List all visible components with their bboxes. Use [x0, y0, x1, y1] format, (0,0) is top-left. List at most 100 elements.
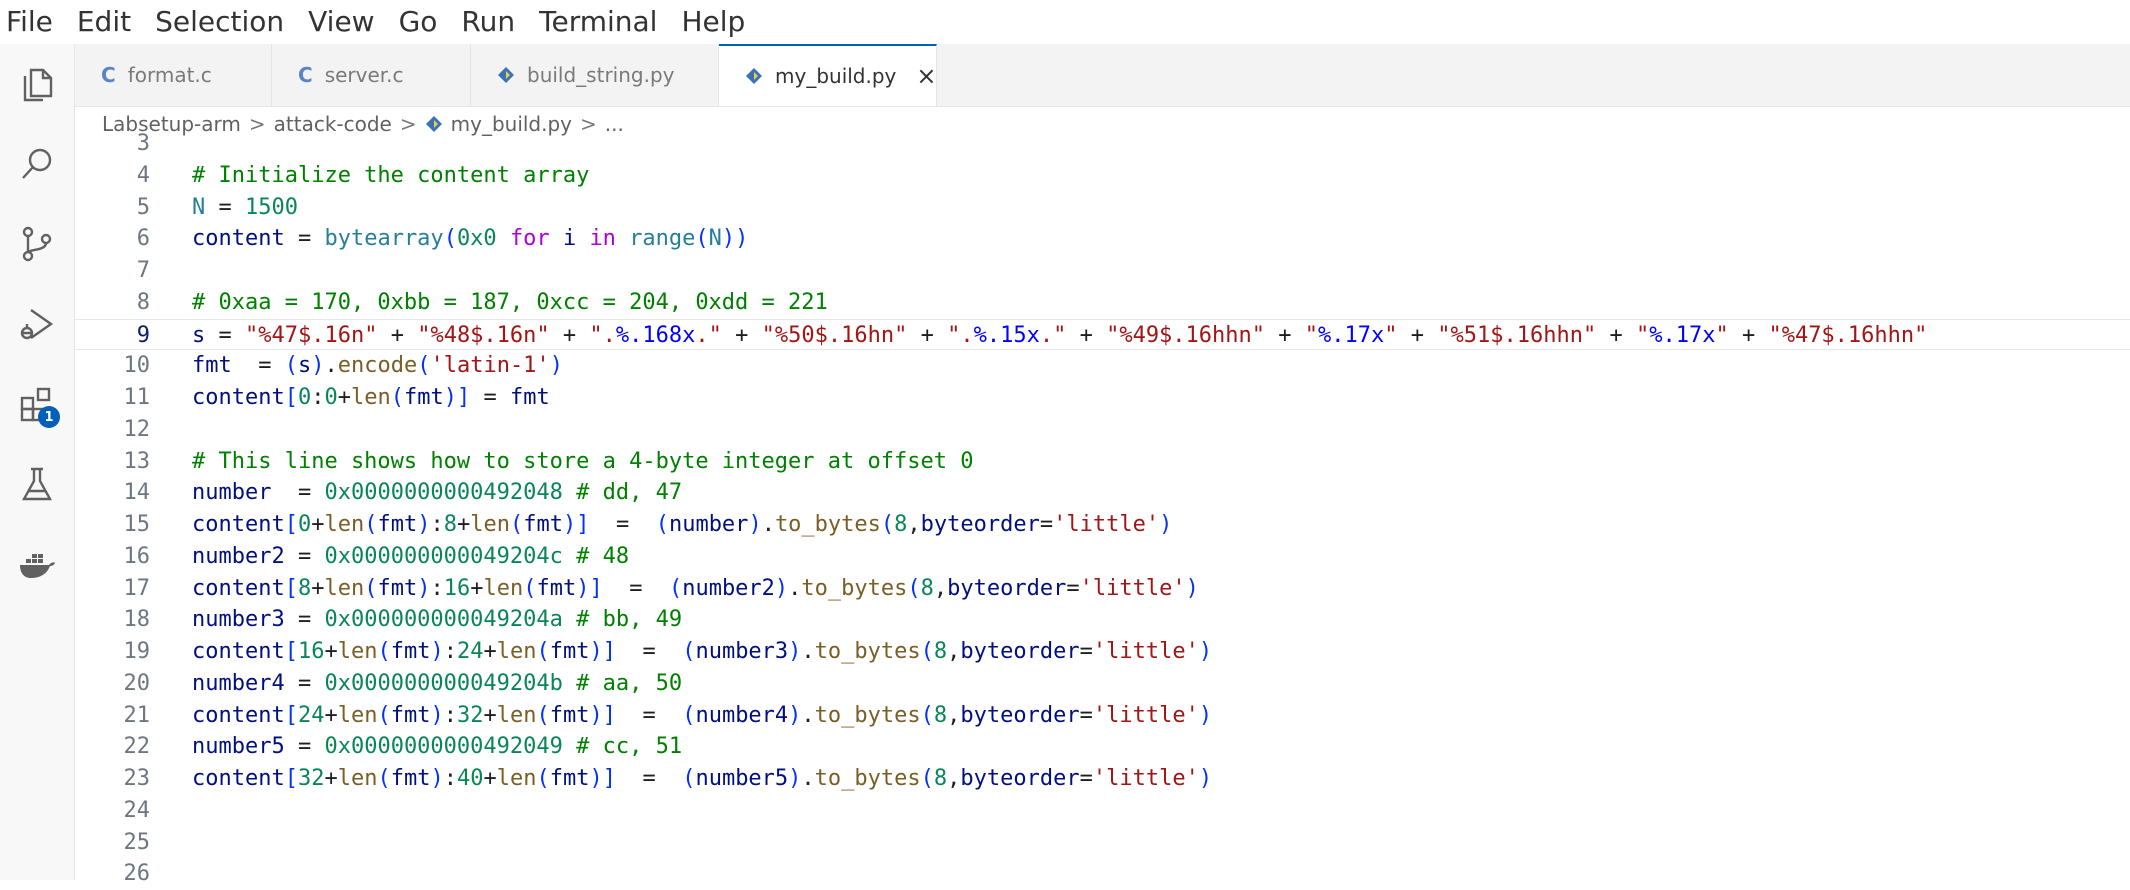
line-number: 23: [123, 766, 151, 791]
code-text: N = 1500: [192, 192, 298, 224]
code-token: =: [284, 543, 325, 569]
code-token: 8: [443, 512, 457, 537]
code-line[interactable]: 22 number5 = 0x0000000000492049 # cc, 51: [75, 731, 2130, 763]
code-token: ): [1159, 512, 1173, 537]
code-line[interactable]: 9s = "%47$.16n" + "%48$.16n" + ".%.168x.…: [75, 318, 2130, 351]
code-line[interactable]: 23 content[32+len(fmt):40+len(fmt)] = (nu…: [75, 763, 2130, 795]
code-token: fmt: [549, 766, 590, 791]
code-token: to_bytes: [774, 512, 881, 537]
code-token: fmt: [390, 766, 431, 791]
tab-build-string-py[interactable]: build_string.py: [471, 44, 719, 106]
code-token: =: [1039, 512, 1054, 537]
code-token: fmt: [192, 353, 232, 379]
code-token: +: [324, 702, 338, 728]
tab-label: my_build.py: [775, 64, 897, 88]
menu-bar: File Edit Selection View Go Run Terminal…: [0, 0, 2130, 44]
code-token: 8: [933, 702, 948, 728]
tab-my-build-py[interactable]: my_build.py ×: [719, 44, 937, 106]
code-token: )]: [589, 702, 616, 728]
code-line[interactable]: 19 content[16+len(fmt):24+len(fmt)] = (nu…: [75, 636, 2130, 668]
docker-icon[interactable]: [0, 532, 74, 596]
code-line[interactable]: 17 content[8+len(fmt):16+len(fmt)] = (num…: [75, 573, 2130, 605]
code-token: 8: [933, 766, 948, 791]
menu-edit[interactable]: Edit: [65, 0, 143, 44]
code-token: .: [801, 702, 815, 728]
code-line[interactable]: 6 content = bytearray(0x0 for i in range(…: [75, 223, 2130, 255]
code-token: 24: [456, 639, 484, 664]
code-line[interactable]: 12: [75, 414, 2130, 446]
code-line[interactable]: 26: [75, 858, 2130, 890]
code-token: +: [483, 639, 497, 664]
search-icon[interactable]: [0, 132, 74, 196]
code-token: %.15x: [973, 322, 1040, 348]
python-file-icon: [745, 67, 763, 85]
code-token: fmt: [390, 639, 431, 664]
tab-format-c[interactable]: C format.c: [75, 44, 272, 106]
code-line[interactable]: 24: [75, 795, 2130, 827]
code-token: 8: [933, 639, 948, 664]
code-token: %.17x: [1649, 322, 1716, 348]
line-number: 26: [123, 861, 151, 887]
code-line[interactable]: 10 fmt = (s).encode('latin-1'): [75, 350, 2130, 382]
code-token: =: [284, 607, 325, 633]
code-token: len: [337, 766, 378, 791]
code-token: 16: [443, 575, 471, 601]
code-token: +: [483, 702, 497, 728]
explorer-icon[interactable]: [0, 52, 74, 116]
run-debug-icon[interactable]: [0, 292, 74, 356]
tab-server-c[interactable]: C server.c: [272, 44, 471, 106]
menu-help[interactable]: Help: [669, 0, 757, 44]
code-line[interactable]: 3: [75, 128, 2130, 160]
menu-selection[interactable]: Selection: [143, 0, 296, 44]
code-line[interactable]: 7: [75, 255, 2130, 287]
code-token: :: [430, 575, 444, 601]
code-line[interactable]: 8 # 0xaa = 170, 0xbb = 187, 0xcc = 204, 0…: [75, 287, 2130, 319]
line-number: 22: [123, 734, 151, 760]
code-token: ,: [947, 766, 961, 791]
code-token: len: [483, 575, 524, 601]
code-token: ": [1715, 322, 1729, 348]
close-icon[interactable]: ×: [916, 62, 936, 90]
code-token: ): [1198, 702, 1213, 728]
code-token: :: [430, 512, 444, 537]
code-line[interactable]: 25: [75, 827, 2130, 859]
code-token: content: [192, 702, 285, 728]
code-token: ".: [589, 322, 616, 348]
code-token: ": [1384, 322, 1398, 348]
line-number: 5: [136, 194, 150, 220]
code-token: content: [192, 639, 285, 664]
code-line[interactable]: 11 content[0:0+len(fmt)] = fmt: [75, 382, 2130, 414]
code-line[interactable]: 21 content[24+len(fmt):32+len(fmt)] = (nu…: [75, 700, 2130, 732]
menu-go[interactable]: Go: [387, 0, 450, 44]
extensions-icon[interactable]: 1: [0, 372, 74, 436]
code-token: fmt: [403, 385, 444, 410]
code-line[interactable]: 18 number3 = 0x000000000049204a # bb, 49: [75, 604, 2130, 636]
menu-terminal[interactable]: Terminal: [527, 0, 669, 44]
code-line[interactable]: 15 content[0+len(fmt):8+len(fmt)] = (numb…: [75, 509, 2130, 541]
code-line[interactable]: 5 N = 1500: [75, 192, 2130, 224]
code-token: s: [297, 353, 312, 379]
code-token: +: [1397, 322, 1438, 348]
testing-icon[interactable]: [0, 452, 74, 516]
menu-run[interactable]: Run: [449, 0, 527, 44]
code-line[interactable]: 20 number4 = 0x000000000049204b # aa, 50: [75, 668, 2130, 700]
code-token: ,: [947, 702, 961, 728]
code-editor[interactable]: 3 4 # Initialize the content array 5 N = 150…: [75, 131, 2130, 886]
code-line[interactable]: 13 # This line shows how to store a 4-byt…: [75, 446, 2130, 478]
menu-file[interactable]: File: [0, 0, 65, 44]
code-line[interactable]: 4 # Initialize the content array: [75, 160, 2130, 192]
code-token: "%47$.16n": [245, 322, 378, 348]
code-text: number4 = 0x000000000049204b # aa, 50: [192, 668, 682, 700]
code-token: =: [1079, 766, 1093, 791]
code-line[interactable]: 16 number2 = 0x000000000049204c # 48: [75, 541, 2130, 573]
line-number: 14: [123, 480, 151, 506]
code-token: fmt: [509, 385, 550, 410]
code-text: # This line shows how to store a 4-byte …: [192, 446, 973, 478]
menu-view[interactable]: View: [296, 0, 386, 44]
code-token: +: [1596, 322, 1636, 348]
code-line[interactable]: 14 number = 0x0000000000492048 # dd, 47: [75, 477, 2130, 509]
code-token: number5: [192, 734, 285, 760]
code-token: 'little': [1092, 766, 1199, 791]
source-control-icon[interactable]: [0, 212, 74, 276]
code-token: # 48: [562, 543, 630, 569]
